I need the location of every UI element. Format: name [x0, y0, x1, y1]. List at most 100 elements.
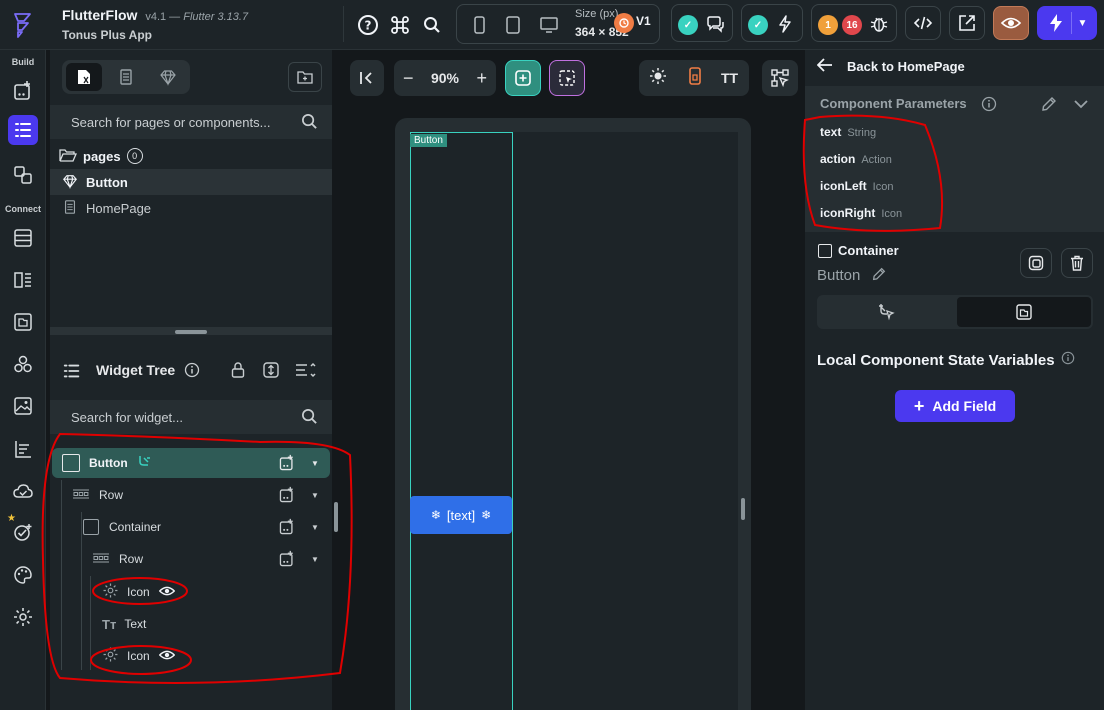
tab-components[interactable] — [108, 63, 144, 91]
widget-node-icon[interactable]: Icon — [102, 641, 175, 671]
tab-state[interactable] — [957, 297, 1091, 327]
add-child-icon[interactable] — [278, 486, 296, 504]
eye-icon[interactable] — [158, 649, 175, 664]
widget-search[interactable]: Search for widget... — [50, 400, 332, 434]
pages-search-input[interactable]: Search for pages or components... — [71, 115, 270, 130]
tablet-icon[interactable] — [503, 15, 523, 35]
errors-badge[interactable]: 16 — [842, 15, 862, 35]
theme-icon[interactable] — [8, 560, 38, 590]
history-icon[interactable] — [614, 13, 634, 33]
components-icon[interactable] — [8, 160, 38, 190]
desktop-icon[interactable] — [539, 15, 559, 35]
tab-pages[interactable] — [66, 63, 102, 91]
device-frame-icon[interactable] — [687, 66, 703, 90]
add-child-icon[interactable] — [278, 518, 296, 536]
bug-icon[interactable] — [869, 14, 889, 39]
add-widget-canvas-button[interactable] — [505, 60, 541, 96]
add-field-button[interactable]: + Add Field — [895, 390, 1015, 422]
widget-search-input[interactable]: Search for widget... — [71, 410, 183, 425]
param-name: text — [820, 125, 842, 139]
code-view-button[interactable] — [905, 6, 941, 40]
chevron-down-icon[interactable]: ▼ — [311, 523, 319, 532]
widget-node-row[interactable]: Row — [92, 544, 143, 574]
param-icon-right[interactable]: iconRight Icon — [820, 206, 902, 220]
collapse-panel-button[interactable] — [350, 60, 384, 96]
integrations-icon[interactable] — [8, 349, 38, 379]
info-icon[interactable] — [1061, 351, 1075, 369]
chevron-down-icon[interactable]: ▼ — [311, 491, 319, 500]
widget-name-field[interactable]: Button — [817, 266, 887, 286]
flutterflow-logo-icon[interactable] — [8, 10, 38, 40]
zoom-out-icon[interactable]: − — [403, 68, 414, 89]
widget-node-container[interactable]: Container — [83, 512, 161, 542]
api-calls-icon[interactable] — [8, 434, 38, 464]
widget-node-row[interactable]: Row — [72, 480, 123, 510]
expand-collapse-icon[interactable] — [262, 361, 280, 384]
search-icon[interactable] — [301, 408, 318, 430]
info-icon[interactable] — [981, 96, 997, 117]
pages-folder[interactable]: pages 0 — [50, 143, 332, 169]
cloud-icon[interactable] — [8, 476, 38, 506]
open-external-button[interactable] — [949, 6, 985, 40]
flow-button[interactable] — [762, 60, 798, 96]
canvas-scrollbar[interactable] — [741, 498, 745, 520]
preview-button[interactable] — [993, 6, 1029, 40]
widget-tree-nav-icon[interactable] — [8, 115, 38, 145]
tab-library[interactable] — [150, 63, 186, 91]
param-icon-left[interactable]: iconLeft Icon — [820, 179, 893, 193]
duplicate-button[interactable] — [1020, 248, 1052, 278]
component-bounds[interactable] — [410, 132, 513, 710]
lock-icon[interactable] — [230, 361, 246, 384]
param-action[interactable]: action Action — [820, 152, 892, 166]
check-icon[interactable]: ✓ — [678, 15, 698, 35]
phone-icon[interactable] — [469, 15, 489, 35]
eye-icon[interactable] — [158, 585, 175, 600]
page-item-homepage[interactable]: HomePage — [50, 195, 332, 221]
button-preview[interactable]: ❄ [text] ❄ — [410, 496, 512, 534]
settings-icon[interactable] — [8, 602, 38, 632]
search-icon[interactable] — [419, 12, 445, 38]
run-button[interactable]: ▼ — [1037, 6, 1097, 40]
resize-handle[interactable] — [175, 330, 207, 334]
warnings-badge[interactable]: 1 — [818, 15, 838, 35]
select-mode-button[interactable] — [549, 60, 585, 96]
chevron-down-icon[interactable]: ▼ — [1078, 18, 1088, 29]
version-badge[interactable]: V1 — [636, 14, 651, 28]
check-icon[interactable]: ✓ — [748, 15, 768, 35]
command-icon[interactable] — [387, 12, 413, 38]
edit-icon[interactable] — [1040, 95, 1058, 118]
zoom-in-icon[interactable]: + — [476, 68, 487, 89]
param-text[interactable]: text String — [820, 125, 876, 139]
text-scale-icon[interactable]: TT — [721, 70, 738, 86]
storyboard-icon[interactable] — [8, 265, 38, 295]
add-page-button[interactable] — [288, 62, 322, 92]
comment-icon[interactable] — [705, 14, 725, 39]
filter-list-icon[interactable] — [294, 361, 316, 384]
widget-node-text[interactable]: Tт Text — [102, 609, 146, 639]
pages-search[interactable]: Search for pages or components... — [50, 105, 332, 139]
light-mode-icon[interactable] — [649, 67, 667, 90]
delete-button[interactable] — [1061, 248, 1093, 278]
tree-scrollbar[interactable] — [334, 502, 338, 532]
chevron-down-icon[interactable] — [1073, 97, 1089, 115]
tests-icon[interactable] — [8, 517, 38, 547]
tab-actions[interactable] — [819, 297, 953, 327]
lightning-icon[interactable] — [775, 14, 795, 39]
folder-icon[interactable] — [8, 307, 38, 337]
media-icon[interactable] — [8, 391, 38, 421]
zoom-level[interactable]: 90% — [431, 70, 459, 86]
chevron-down-icon[interactable]: ▼ — [311, 555, 319, 564]
back-button[interactable]: Back to HomePage — [816, 58, 965, 75]
build-label: Build — [11, 57, 35, 67]
widget-node-icon[interactable]: Icon — [102, 577, 175, 607]
add-child-icon[interactable] — [278, 454, 296, 472]
add-widget-icon[interactable] — [8, 76, 38, 106]
info-icon[interactable] — [184, 362, 200, 383]
page-item-button[interactable]: Button — [50, 169, 332, 195]
help-icon[interactable]: ? — [355, 12, 381, 38]
database-icon[interactable] — [8, 223, 38, 253]
chevron-down-icon[interactable]: ▼ — [311, 459, 319, 468]
search-icon[interactable] — [301, 113, 318, 135]
add-child-icon[interactable] — [278, 550, 296, 568]
edit-icon[interactable] — [871, 266, 887, 286]
